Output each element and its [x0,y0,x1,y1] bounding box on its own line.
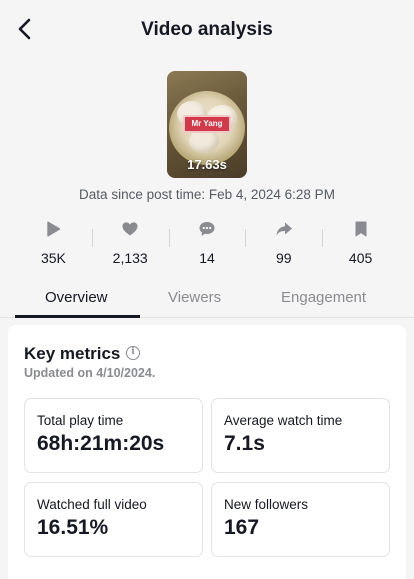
comment-icon [199,222,215,236]
video-thumbnail[interactable]: Mr Yang 17.63s [167,71,247,178]
metric-value: 167 [224,516,260,539]
header: Video analysis [0,0,414,60]
tab-engagement[interactable]: Engagement [281,289,366,306]
share-icon [276,222,292,236]
tab-overview[interactable]: Overview [45,289,108,306]
updated-date: Updated on 4/10/2024. [24,366,156,380]
tab-viewers[interactable]: Viewers [168,289,221,306]
metric-total-play-time: Total play time 68h:21m:20s [24,398,203,473]
stat-value: 99 [276,250,292,266]
metric-label: New followers [224,497,309,512]
section-title: Key metrics [24,344,121,363]
stat-value: 2,133 [112,250,148,266]
metric-value: 68h:21m:20s [37,432,165,455]
metric-value: 16.51% [37,516,109,539]
metric-label: Average watch time [224,413,343,428]
page-title: Video analysis [141,19,273,40]
metric-average-watch-time: Average watch time 7.1s [211,398,390,473]
bookmark-icon [355,221,367,237]
stats-row: 35K 2,133 14 99 405 [15,217,399,269]
metric-watched-full-video: Watched full video 16.51% [24,482,203,557]
heart-icon [122,222,138,236]
metric-value: 7.1s [224,432,265,455]
stat-value: 35K [40,250,66,266]
stat-likes: 2,133 [91,217,169,269]
metric-new-followers: New followers 167 [211,482,390,557]
tab-indicator [15,315,140,318]
metric-label: Watched full video [37,497,147,512]
info-icon[interactable]: i [126,346,140,360]
stat-value: 405 [348,250,373,266]
data-since-text: Data since post time: Feb 4, 2024 6:28 P… [79,187,335,202]
play-icon [47,221,61,237]
stat-value: 14 [199,250,215,266]
stat-comments: 14 [168,217,246,269]
key-metrics-card: Key metrics i Updated on 4/10/2024. Tota… [8,325,406,579]
thumbnail-caption: Mr Yang [183,115,231,133]
stat-views: 35K [15,217,92,269]
tab-bar: Overview Viewers Engagement [0,282,414,318]
stat-shares: 99 [245,217,322,269]
metric-label: Total play time [37,413,124,428]
video-duration: 17.63s [187,157,227,172]
stat-saves: 405 [322,217,399,269]
